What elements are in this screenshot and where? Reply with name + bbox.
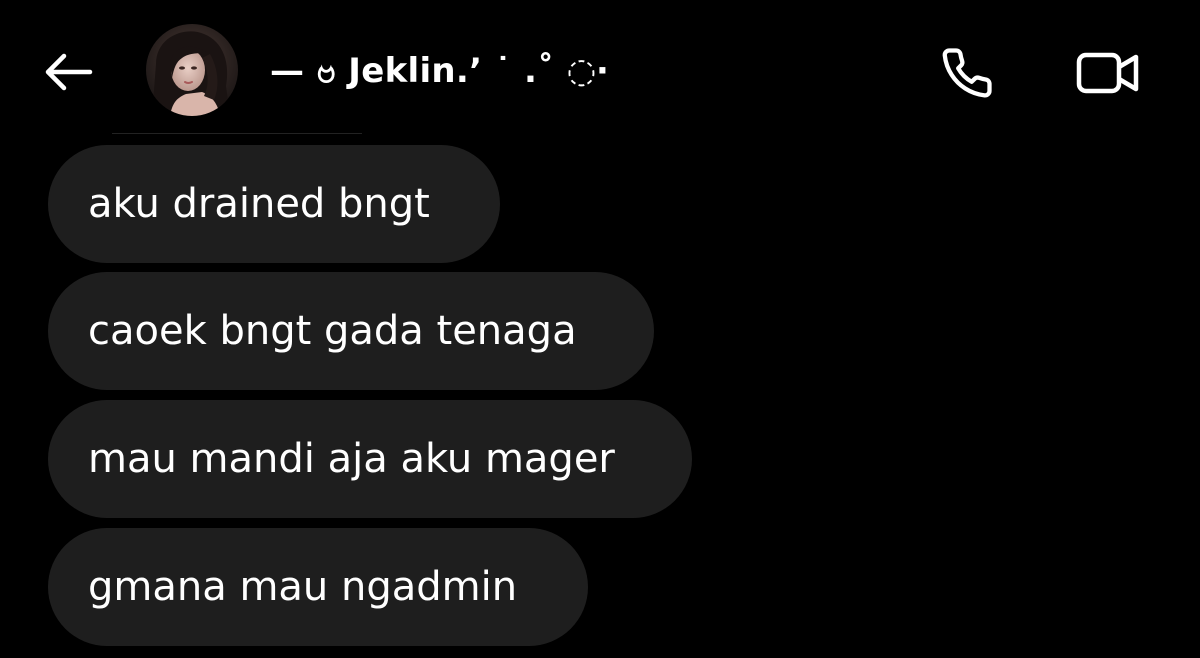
chat-header: — ဗ Jeklin.ʼ ˙ .˚ ◌‧ xyxy=(0,0,1200,140)
back-button[interactable] xyxy=(40,48,96,96)
avatar-image xyxy=(146,24,238,116)
voice-call-button[interactable] xyxy=(936,44,998,102)
avatar[interactable] xyxy=(146,24,238,116)
video-camera-icon xyxy=(1076,52,1139,94)
message-bubble[interactable]: mau mandi aja aku mager xyxy=(48,400,692,518)
arrow-left-icon xyxy=(45,53,93,91)
message-bubble[interactable]: aku drained bngt xyxy=(48,145,500,263)
message-bubble[interactable]: caoek bngt gada tenaga xyxy=(48,272,654,390)
contact-name[interactable]: — ဗ Jeklin.ʼ ˙ .˚ ◌‧ xyxy=(270,50,609,96)
phone-icon xyxy=(942,48,992,98)
video-call-button[interactable] xyxy=(1070,44,1146,102)
message-bubble[interactable]: gmana mau ngadmin xyxy=(48,528,588,646)
header-divider xyxy=(112,133,362,134)
